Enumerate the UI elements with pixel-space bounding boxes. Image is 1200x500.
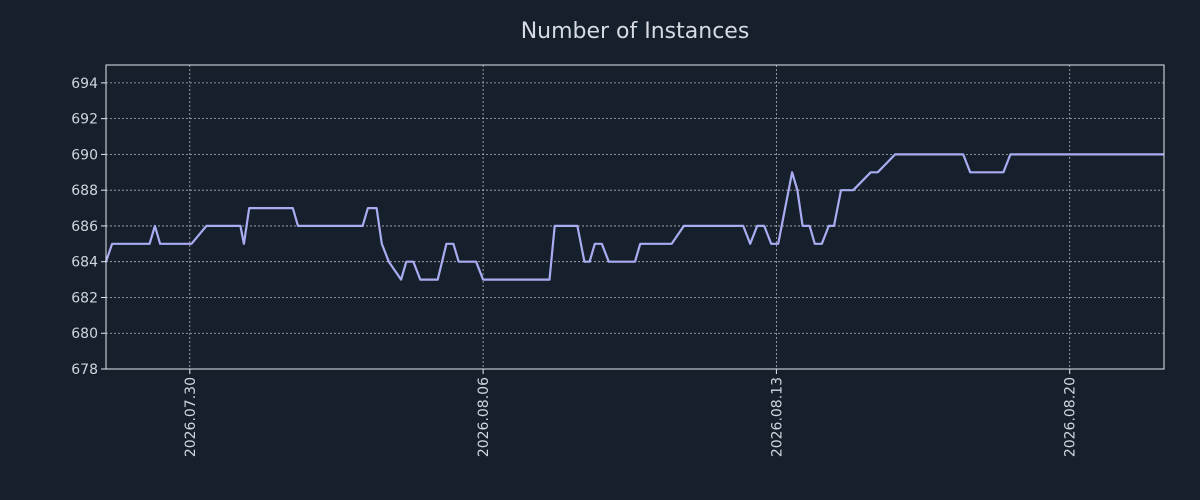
x-axis: 2026.07.30 2026.08.06 2026.08.13 2026.08.20 — [183, 369, 1079, 457]
x-tick-label: 2026.08.20 — [1063, 377, 1079, 457]
plot-frame — [105, 64, 1165, 370]
x-tick-label: 2026.07.30 — [183, 377, 199, 457]
y-axis: 678 680 682 684 686 688 690 692 694 — [71, 76, 106, 378]
y-tick-label: 682 — [71, 290, 98, 306]
series-layer — [104, 153, 1164, 281]
line-chart: Number of Instances 678 680 682 684 686 688 69… — [71, 19, 1165, 457]
y-tick-label: 690 — [71, 147, 98, 163]
y-tick-label: 692 — [71, 112, 98, 128]
y-tick-label: 680 — [71, 326, 98, 342]
chart-title: Number of Instances — [521, 19, 750, 44]
y-tick-label: 688 — [71, 183, 98, 199]
series-line — [104, 153, 1164, 281]
y-tick-label: 694 — [71, 76, 98, 92]
y-tick-label: 684 — [71, 255, 98, 271]
y-tick-label: 686 — [71, 219, 98, 235]
x-tick-label: 2026.08.06 — [476, 377, 492, 457]
y-tick-label: 678 — [71, 362, 98, 378]
grid-lines — [106, 65, 1164, 370]
x-tick-label: 2026.08.13 — [769, 377, 785, 457]
